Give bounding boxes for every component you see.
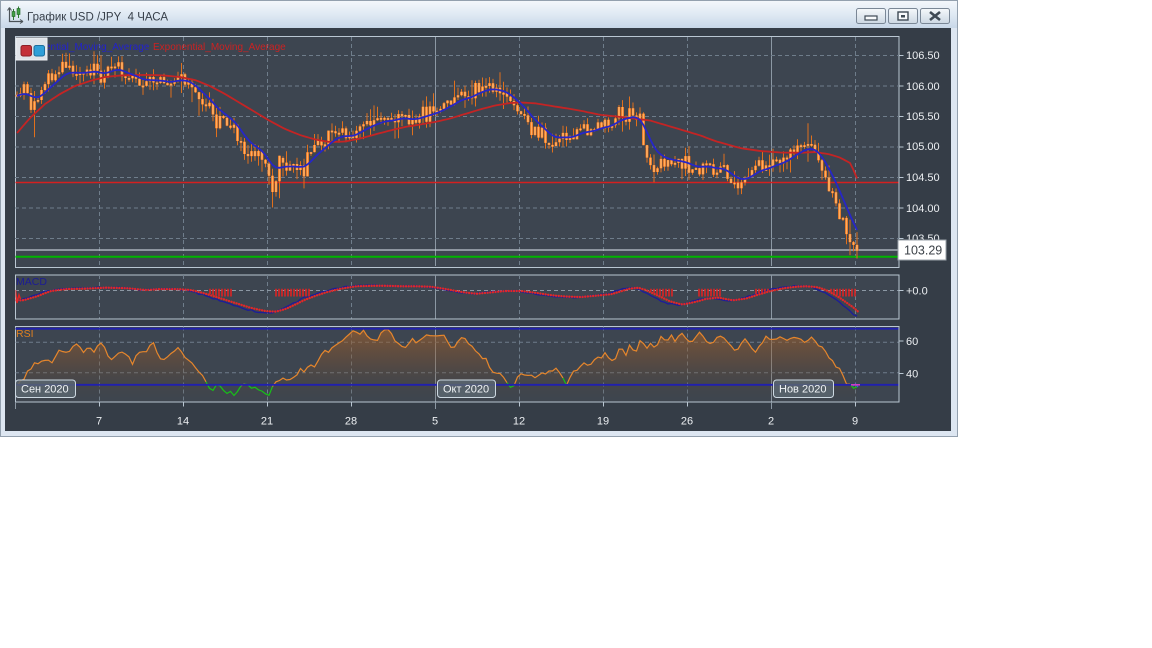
svg-text:7: 7 xyxy=(96,416,102,428)
svg-text:Exponential_Moving_Average: Exponential_Moving_Average xyxy=(153,42,286,53)
svg-text:106.00: 106.00 xyxy=(906,81,940,93)
svg-text:ential_Moving_Average: ential_Moving_Average xyxy=(45,42,150,53)
svg-text:14: 14 xyxy=(177,416,189,428)
svg-text:Сен 2020: Сен 2020 xyxy=(21,384,69,396)
svg-text:Окт 2020: Окт 2020 xyxy=(443,384,489,396)
svg-text:21: 21 xyxy=(261,416,273,428)
svg-text:106.50: 106.50 xyxy=(906,50,940,62)
svg-text:103.29: 103.29 xyxy=(904,244,942,258)
svg-text:105.00: 105.00 xyxy=(906,141,940,153)
svg-text:9: 9 xyxy=(852,416,858,428)
svg-text:28: 28 xyxy=(345,416,357,428)
svg-text:5: 5 xyxy=(432,416,438,428)
svg-text:40: 40 xyxy=(906,369,918,381)
svg-text:Нов 2020: Нов 2020 xyxy=(779,384,826,396)
svg-text:2: 2 xyxy=(768,416,774,428)
svg-text:График USD /JPY 4 ЧАСА: График USD /JPY 4 ЧАСА xyxy=(27,12,168,24)
svg-text:104.50: 104.50 xyxy=(906,172,940,184)
svg-text:26: 26 xyxy=(681,416,693,428)
svg-text:104.00: 104.00 xyxy=(906,203,940,215)
svg-text:19: 19 xyxy=(597,416,609,428)
svg-text:105.50: 105.50 xyxy=(906,111,940,123)
svg-text:60: 60 xyxy=(906,336,918,348)
svg-text:MACD: MACD xyxy=(16,276,47,288)
svg-text:+0.0: +0.0 xyxy=(906,286,928,298)
svg-text:12: 12 xyxy=(513,416,525,428)
svg-text:RSI: RSI xyxy=(16,328,34,340)
